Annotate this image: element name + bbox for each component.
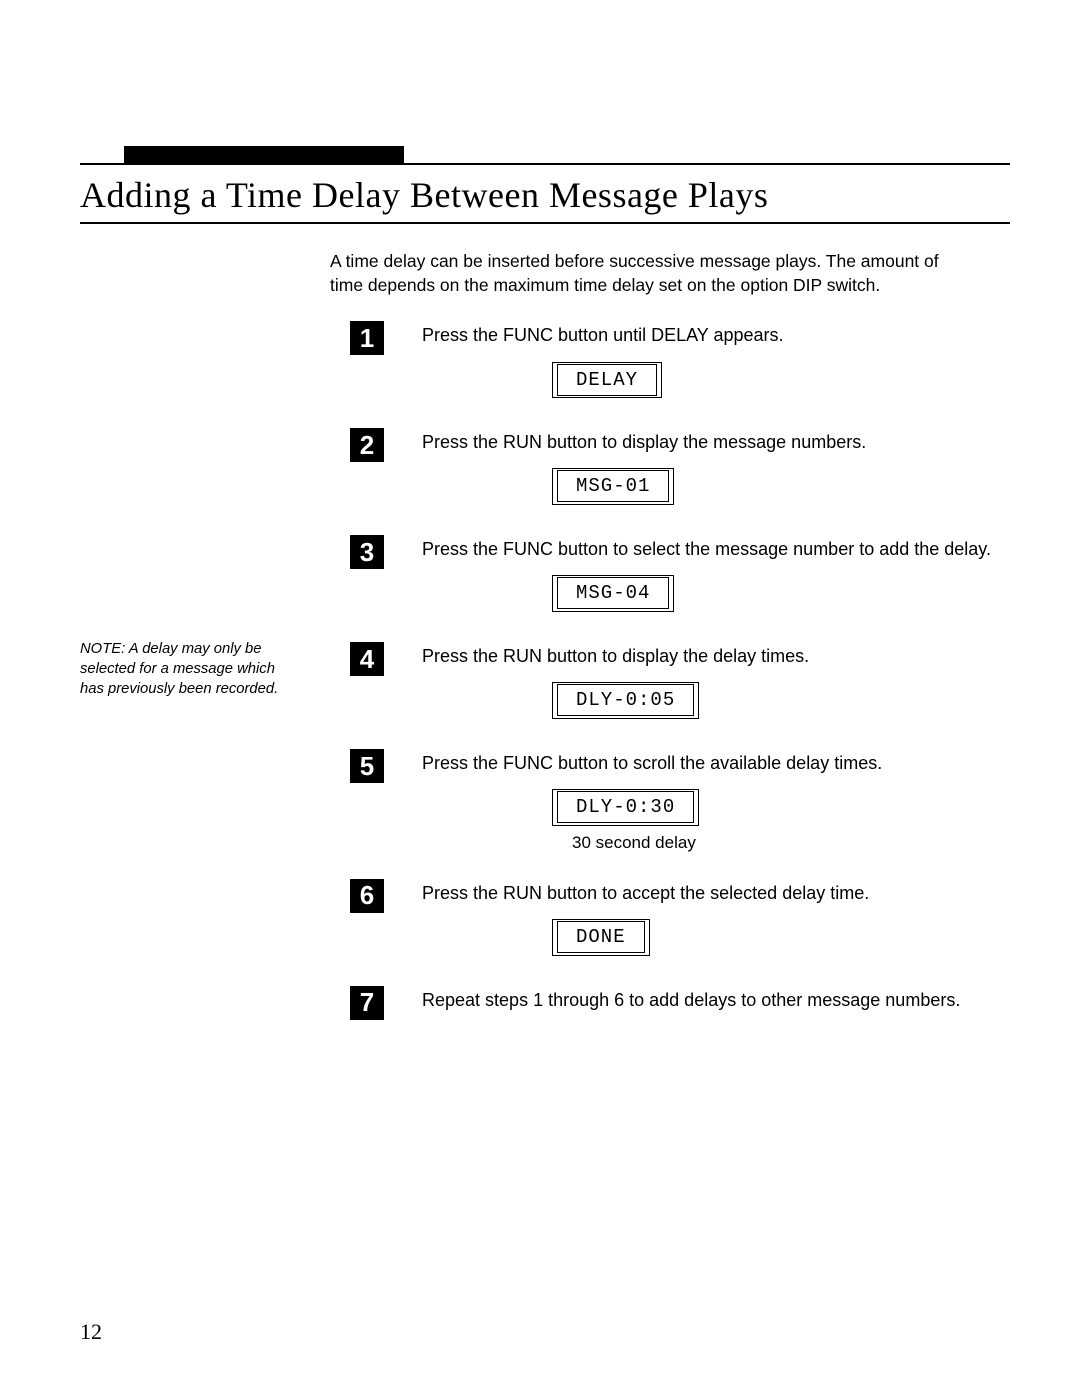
step-body: Repeat steps 1 through 6 to add delays t… [422, 988, 1010, 1012]
step-body: Press the FUNC button to select the mess… [422, 537, 1010, 618]
section-heading-row: Adding a Time Delay Between Message Play… [80, 174, 1010, 224]
page-number: 12 [80, 1319, 102, 1345]
lcd-display: DELAY [552, 362, 1010, 399]
header-rule-group [80, 108, 1010, 116]
section-heading: Adding a Time Delay Between Message Play… [80, 174, 1010, 216]
lcd-display: MSG-04 [552, 575, 1010, 612]
step-text: Press the FUNC button until DELAY appear… [422, 323, 1010, 347]
step-body: Press the FUNC button to scroll the avai… [422, 751, 1010, 855]
side-note: NOTE: A delay may only be selected for a… [80, 640, 280, 700]
step-number: 1 [350, 321, 384, 355]
lcd-display: DLY-0:30 [552, 789, 1010, 826]
step: 2 Press the RUN button to display the me… [350, 430, 1010, 511]
lcd-text: MSG-01 [557, 470, 669, 502]
lcd-text: DELAY [557, 364, 657, 396]
steps-list: 1 Press the FUNC button until DELAY appe… [350, 323, 1010, 1020]
step-text: Press the FUNC button to select the mess… [422, 537, 1010, 561]
step-number: 3 [350, 535, 384, 569]
step: 1 Press the FUNC button until DELAY appe… [350, 323, 1010, 404]
step: 7 Repeat steps 1 through 6 to add delays… [350, 988, 1010, 1020]
document-page: Adding a Time Delay Between Message Play… [0, 0, 1080, 1395]
step-number: 5 [350, 749, 384, 783]
step: 4 Press the RUN button to display the de… [350, 644, 1010, 725]
step-number: 2 [350, 428, 384, 462]
step-body: Press the RUN button to display the mess… [422, 430, 1010, 511]
header-rule [80, 163, 1010, 165]
lcd-display: MSG-01 [552, 468, 1010, 505]
step-body: Press the RUN button to accept the selec… [422, 881, 1010, 962]
step: 3 Press the FUNC button to select the me… [350, 537, 1010, 618]
step-number: 4 [350, 642, 384, 676]
step-text: Press the RUN button to accept the selec… [422, 881, 1010, 905]
lcd-text: DLY-0:05 [557, 684, 694, 716]
step-text: Press the RUN button to display the mess… [422, 430, 1010, 454]
lcd-display: DONE [552, 919, 1010, 956]
step: 5 Press the FUNC button to scroll the av… [350, 751, 1010, 855]
step-body: Press the RUN button to display the dela… [422, 644, 1010, 725]
lcd-display: DLY-0:05 [552, 682, 1010, 719]
lcd-caption: 30 second delay [572, 832, 1010, 855]
step-text: Repeat steps 1 through 6 to add delays t… [422, 988, 1010, 1012]
step-text: Press the RUN button to display the dela… [422, 644, 1010, 668]
lcd-text: MSG-04 [557, 577, 669, 609]
lcd-text: DLY-0:30 [557, 791, 694, 823]
intro-paragraph: A time delay can be inserted before succ… [330, 250, 970, 297]
lcd-text: DONE [557, 921, 645, 953]
step-number: 7 [350, 986, 384, 1020]
step-text: Press the FUNC button to scroll the avai… [422, 751, 1010, 775]
step-body: Press the FUNC button until DELAY appear… [422, 323, 1010, 404]
step: 6 Press the RUN button to accept the sel… [350, 881, 1010, 962]
step-number: 6 [350, 879, 384, 913]
header-black-bar [124, 146, 404, 164]
